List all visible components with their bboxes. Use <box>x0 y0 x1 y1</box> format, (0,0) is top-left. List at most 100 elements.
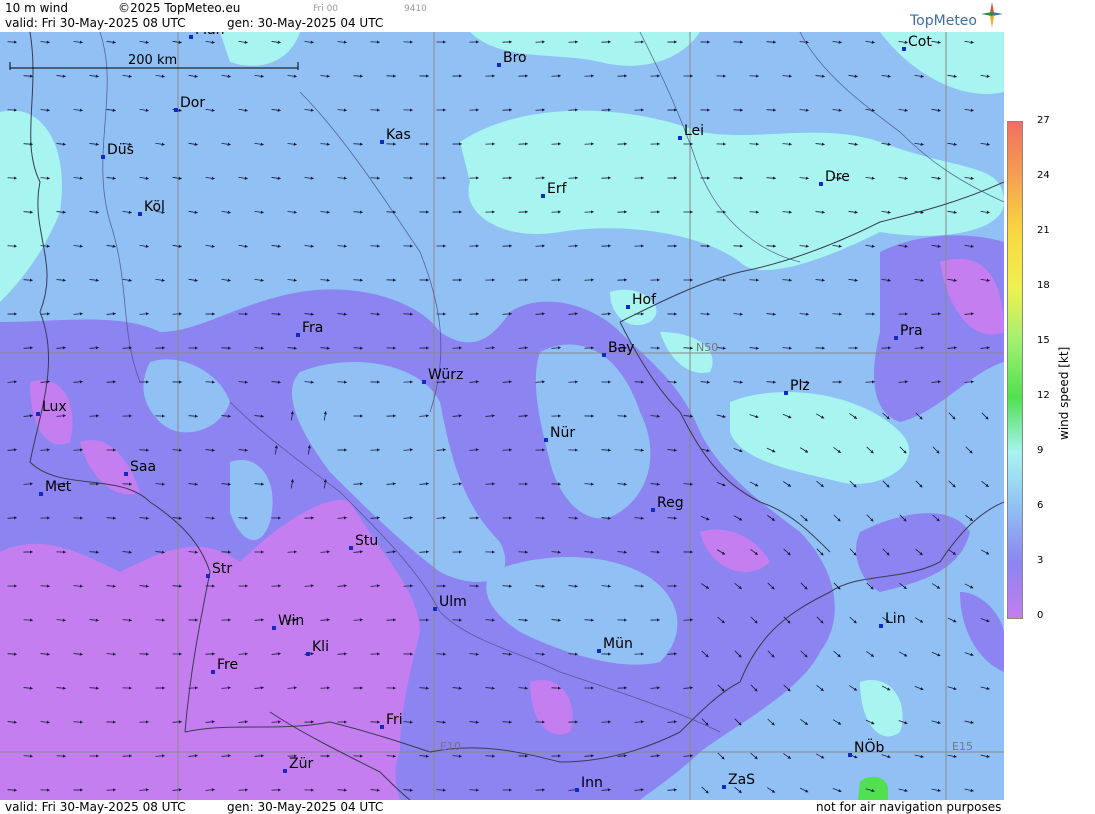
city-marker <box>189 35 193 39</box>
city-marker <box>306 652 310 656</box>
city-marker <box>651 508 655 512</box>
wind-arrow <box>271 584 282 588</box>
city-label: Fre <box>217 657 238 673</box>
wind-arrow <box>155 618 166 622</box>
wind-arrow <box>683 618 694 622</box>
wind-arrow <box>518 550 529 554</box>
city-label: Cot <box>908 34 932 50</box>
wind-arrow <box>23 618 34 622</box>
city-marker <box>819 182 823 186</box>
colorbar-tick-label: 0 <box>1037 610 1044 621</box>
city-label: Kli <box>312 639 329 655</box>
city-label: Win <box>278 613 304 629</box>
city-label: Lin <box>885 611 906 627</box>
valid-time: valid: Fri 30-May-2025 08 UTC <box>5 16 186 30</box>
map-header: 10 m wind ©2025 TopMeteo.eu Fri 00 9410 … <box>0 0 1004 32</box>
city-marker <box>124 472 128 476</box>
disclaimer-text: not for air navigation purposes <box>816 800 1002 814</box>
product-code: 9410 <box>404 4 427 14</box>
city-marker <box>39 492 43 496</box>
wind-arrow <box>7 176 18 180</box>
colorbar-tick-label: 21 <box>1037 225 1050 236</box>
city-marker <box>211 670 215 674</box>
scale-label: 200 km <box>128 53 177 68</box>
city-label: Stu <box>355 533 378 549</box>
city-label: Bro <box>503 50 527 66</box>
colorbar-tick-label: 6 <box>1037 500 1044 511</box>
city-marker <box>879 624 883 628</box>
city-marker <box>544 438 548 442</box>
wind-arrow <box>320 686 331 690</box>
city-label: Ulm <box>439 594 467 610</box>
wind-arrow <box>832 312 843 316</box>
city-label: Lux <box>42 399 67 415</box>
wind-arrow <box>436 652 447 656</box>
city-marker <box>283 769 287 773</box>
city-marker <box>894 336 898 340</box>
wind-arrow <box>7 40 18 44</box>
forecast-label: Fri 00 <box>313 4 339 14</box>
city-label: Inn <box>581 775 603 791</box>
city-label: Hof <box>632 292 657 308</box>
city-marker <box>422 380 426 384</box>
city-marker <box>101 155 105 159</box>
colorbar-tick-label: 24 <box>1037 170 1050 181</box>
colorbar <box>1007 121 1023 619</box>
city-label: Erf <box>547 181 568 197</box>
city-marker <box>296 333 300 337</box>
city-marker <box>272 626 276 630</box>
city-marker <box>626 305 630 309</box>
wind-arrow <box>502 448 513 452</box>
city-label: Plz <box>790 378 810 394</box>
city-label: Zür <box>289 756 313 772</box>
city-label: Dre <box>825 169 850 185</box>
generated-time: gen: 30-May-2025 04 UTC <box>227 16 384 30</box>
wind-arrow <box>40 312 51 316</box>
legend-title: wind speed [kt] <box>1057 346 1071 440</box>
city-marker <box>784 391 788 395</box>
city-marker <box>36 412 40 416</box>
city-marker <box>206 574 210 578</box>
city-label: Würz <box>428 367 463 383</box>
city-marker <box>349 546 353 550</box>
city-marker <box>497 63 501 67</box>
map-footer: valid: Fri 30-May-2025 08 UTC gen: 30-Ma… <box>0 800 1004 814</box>
wind-arrow <box>865 380 876 384</box>
colorbar-tick-label: 18 <box>1037 280 1050 291</box>
wind-map: 200 km N50 E10 E15 Man Bro Cot Dor Kas Lei Düs… <box>0 32 1004 800</box>
city-marker <box>380 140 384 144</box>
city-label: Met <box>45 479 72 495</box>
city-label: Mün <box>603 636 633 652</box>
wind-arrow <box>205 380 216 384</box>
city-label: Düs <box>107 142 134 158</box>
wind-arrow <box>584 346 595 350</box>
city-label: Bay <box>608 340 634 356</box>
city-marker <box>722 785 726 789</box>
wind-arrow <box>353 754 364 758</box>
grid-label-e10: E10 <box>440 740 461 753</box>
colorbar-tick-label: 27 <box>1037 115 1050 126</box>
city-label: Fra <box>302 320 323 336</box>
city-label: Dor <box>180 95 205 111</box>
grid-label-e15: E15 <box>952 740 973 753</box>
city-marker <box>138 212 142 216</box>
wind-arrow <box>172 312 183 316</box>
city-marker <box>380 725 384 729</box>
city-label: Pra <box>900 323 923 339</box>
wind-arrow <box>337 380 348 384</box>
city-label: Köl <box>144 199 165 215</box>
footer-valid-time: valid: Fri 30-May-2025 08 UTC <box>5 800 186 814</box>
city-marker <box>174 108 178 112</box>
city-label: Fri <box>386 712 403 728</box>
wind-arrow <box>89 414 100 418</box>
city-marker <box>678 136 682 140</box>
city-label: Reg <box>657 495 684 511</box>
colorbar-tick-label: 9 <box>1037 445 1044 456</box>
wind-arrow <box>452 346 463 350</box>
wind-arrow <box>700 312 711 316</box>
city-label: Nür <box>550 425 575 441</box>
city-label: ZaS <box>728 772 755 788</box>
product-title: 10 m wind <box>5 1 68 15</box>
wind-arrow <box>238 788 249 792</box>
city-marker <box>541 194 545 198</box>
